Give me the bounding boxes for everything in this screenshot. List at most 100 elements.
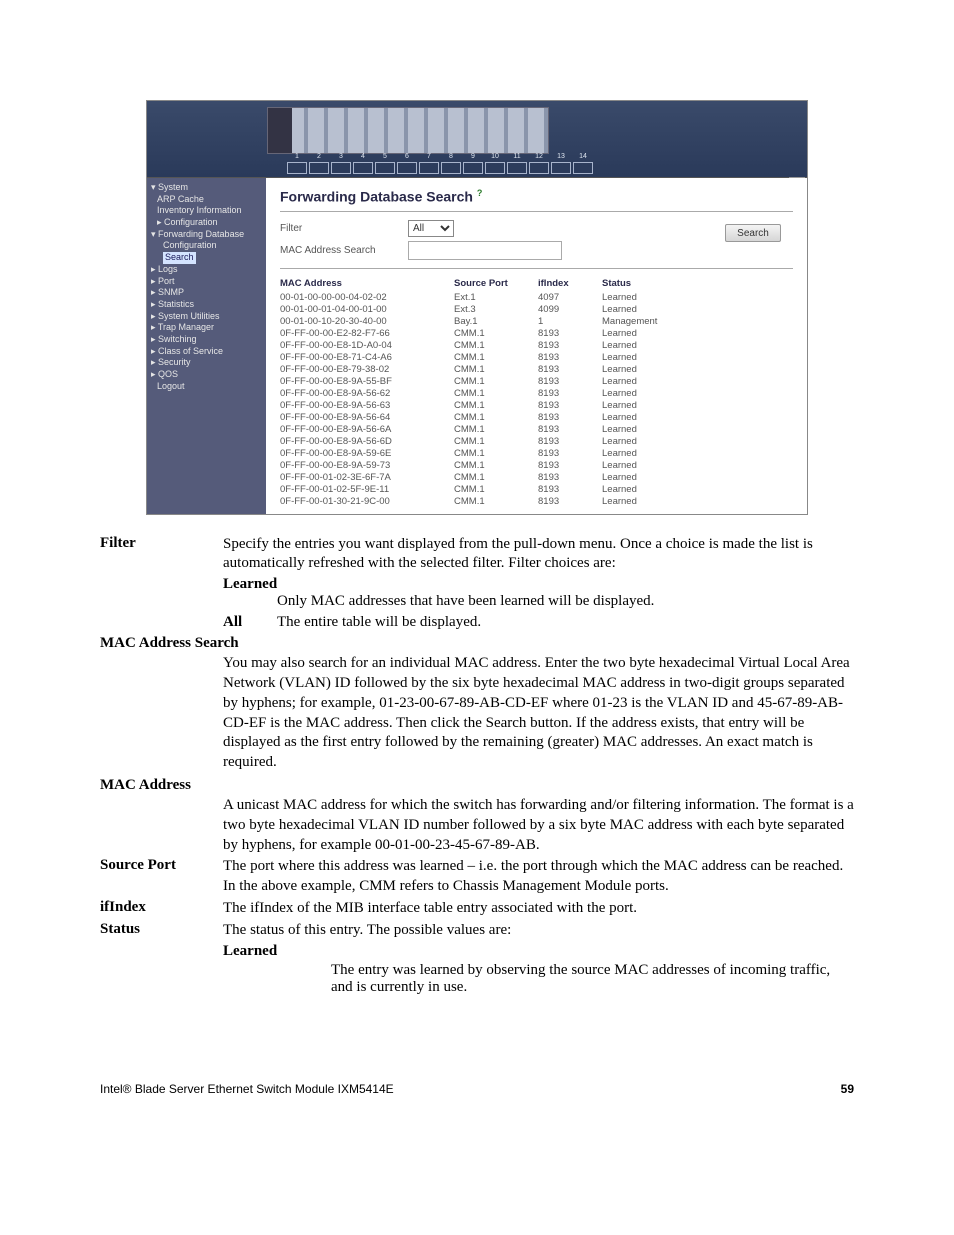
nav-fdb-search[interactable]: Search xyxy=(149,252,264,264)
nav-port[interactable]: ▸ Port xyxy=(149,276,264,288)
fdb-table: MAC Address Source Port ifIndex Status 0… xyxy=(280,277,793,508)
table-row: 0F-FF-00-00-E8-9A-55-BFCMM.18193Learned xyxy=(280,376,793,388)
footer-page-number: 59 xyxy=(841,1082,854,1096)
slot-number: 6 xyxy=(397,153,417,160)
slot-box[interactable] xyxy=(331,162,351,174)
table-row: 00-01-00-00-00-04-02-02Ext.14097Learned xyxy=(280,292,793,304)
nav-trap-manager[interactable]: ▸ Trap Manager xyxy=(149,322,264,334)
term-status: Status xyxy=(100,921,223,941)
subterm-all: All xyxy=(223,614,277,631)
slot-number: 11 xyxy=(507,153,527,160)
table-row: 0F-FF-00-00-E8-1D-A0-04CMM.18193Learned xyxy=(280,340,793,352)
col-source-port: Source Port xyxy=(454,277,538,292)
slot-number: 5 xyxy=(375,153,395,160)
nav-snmp[interactable]: ▸ SNMP xyxy=(149,287,264,299)
subterm-learned: Learned xyxy=(223,576,854,593)
table-row: 0F-FF-00-00-E8-79-38-02CMM.18193Learned xyxy=(280,364,793,376)
table-row: 0F-FF-00-00-E8-9A-56-62CMM.18193Learned xyxy=(280,388,793,400)
nav-sidebar: ▾ System ARP Cache Inventory Information… xyxy=(147,178,266,514)
filter-label: Filter xyxy=(280,223,408,234)
page-footer: Intel® Blade Server Ethernet Switch Modu… xyxy=(100,1082,854,1096)
term-mac-address: MAC Address xyxy=(100,777,223,794)
table-row: 0F-FF-00-00-E8-9A-59-6ECMM.18193Learned xyxy=(280,448,793,460)
slot-number: 3 xyxy=(331,153,351,160)
slot-number: 8 xyxy=(441,153,461,160)
body-source-port: The port where this address was learned … xyxy=(223,857,854,897)
nav-configuration[interactable]: ▸ Configuration xyxy=(149,217,264,229)
panel-title: Forwarding Database Search ? xyxy=(280,188,793,205)
table-row: 0F-FF-00-00-E8-9A-59-73CMM.18193Learned xyxy=(280,460,793,472)
nav-switching[interactable]: ▸ Switching xyxy=(149,334,264,346)
slot-box[interactable] xyxy=(507,162,527,174)
nav-inventory[interactable]: Inventory Information xyxy=(149,205,264,217)
slot-boxes xyxy=(287,162,593,174)
nav-security[interactable]: ▸ Security xyxy=(149,357,264,369)
main-panel: Forwarding Database Search ? Filter All … xyxy=(266,178,807,514)
slot-box[interactable] xyxy=(287,162,307,174)
table-row: 0F-FF-00-01-02-5F-9E-11CMM.18193Learned xyxy=(280,484,793,496)
nav-logout[interactable]: Logout xyxy=(149,381,264,393)
table-row: 0F-FF-00-01-02-3E-6F-7ACMM.18193Learned xyxy=(280,472,793,484)
nav-qos[interactable]: ▸ QOS xyxy=(149,369,264,381)
slot-number: 4 xyxy=(353,153,373,160)
subbody-status-learned: The entry was learned by observing the s… xyxy=(277,962,854,996)
slot-box[interactable] xyxy=(529,162,549,174)
slot-number: 1 xyxy=(287,153,307,160)
body-status: The status of this entry. The possible v… xyxy=(223,921,854,941)
help-icon[interactable]: ? xyxy=(477,188,483,198)
slot-box[interactable] xyxy=(353,162,373,174)
slot-number: 13 xyxy=(551,153,571,160)
chassis-header: 1234567891011121314 xyxy=(147,101,807,178)
nav-fdb[interactable]: ▾ Forwarding Database xyxy=(149,229,264,241)
chassis-graphic xyxy=(267,107,549,154)
slot-number: 10 xyxy=(485,153,505,160)
table-row: 0F-FF-00-01-30-21-9C-00CMM.18193Learned xyxy=(280,496,793,508)
nav-sys-utilities[interactable]: ▸ System Utilities xyxy=(149,311,264,323)
slot-box[interactable] xyxy=(573,162,593,174)
search-button[interactable]: Search xyxy=(725,224,781,242)
slot-box[interactable] xyxy=(551,162,571,174)
slot-box[interactable] xyxy=(309,162,329,174)
slot-numbers: 1234567891011121314 xyxy=(287,153,593,160)
app-screenshot: 1234567891011121314 ▲ ▼ ▾ System ARP Cac… xyxy=(146,100,808,515)
nav-fdb-conf[interactable]: Configuration xyxy=(149,240,264,252)
table-row: 0F-FF-00-00-E2-82-F7-66CMM.18193Learned xyxy=(280,328,793,340)
col-status: Status xyxy=(602,277,793,292)
nav-arp-cache[interactable]: ARP Cache xyxy=(149,194,264,206)
slot-box[interactable] xyxy=(485,162,505,174)
slot-number: 7 xyxy=(419,153,439,160)
table-row: 0F-FF-00-00-E8-9A-56-63CMM.18193Learned xyxy=(280,400,793,412)
table-row: 0F-FF-00-00-E8-9A-56-6ACMM.18193Learned xyxy=(280,424,793,436)
term-filter: Filter xyxy=(100,535,223,575)
table-row: 0F-FF-00-00-E8-9A-56-64CMM.18193Learned xyxy=(280,412,793,424)
body-mac-search: You may also search for an individual MA… xyxy=(223,654,854,773)
nav-system[interactable]: ▾ System xyxy=(149,182,264,194)
filter-select[interactable]: All xyxy=(408,220,454,237)
nav-cos[interactable]: ▸ Class of Service xyxy=(149,346,264,358)
slot-box[interactable] xyxy=(375,162,395,174)
col-mac: MAC Address xyxy=(280,277,454,292)
table-row: 0F-FF-00-00-E8-9A-56-6DCMM.18193Learned xyxy=(280,436,793,448)
slot-number: 9 xyxy=(463,153,483,160)
term-mac-search: MAC Address Search xyxy=(100,635,239,652)
slot-box[interactable] xyxy=(463,162,483,174)
table-row: 0F-FF-00-00-E8-71-C4-A6CMM.18193Learned xyxy=(280,352,793,364)
table-row: 00-01-00-10-20-30-40-00Bay.11Management xyxy=(280,316,793,328)
term-source-port: Source Port xyxy=(100,857,223,897)
term-ifindex: ifIndex xyxy=(100,899,223,919)
slot-box[interactable] xyxy=(441,162,461,174)
definitions: Filter Specify the entries you want disp… xyxy=(100,535,854,996)
body-ifindex: The ifIndex of the MIB interface table e… xyxy=(223,899,854,919)
slot-box[interactable] xyxy=(397,162,417,174)
body-filter: Specify the entries you want displayed f… xyxy=(223,535,854,575)
col-ifindex: ifIndex xyxy=(538,277,602,292)
nav-statistics[interactable]: ▸ Statistics xyxy=(149,299,264,311)
mac-search-input[interactable] xyxy=(408,241,562,260)
slot-number: 2 xyxy=(309,153,329,160)
table-row: 00-01-00-01-04-00-01-00Ext.34099Learned xyxy=(280,304,793,316)
nav-logs[interactable]: ▸ Logs xyxy=(149,264,264,276)
slot-box[interactable] xyxy=(419,162,439,174)
slot-number: 12 xyxy=(529,153,549,160)
footer-product: Intel® Blade Server Ethernet Switch Modu… xyxy=(100,1082,394,1096)
body-mac-address: A unicast MAC address for which the swit… xyxy=(223,796,854,855)
